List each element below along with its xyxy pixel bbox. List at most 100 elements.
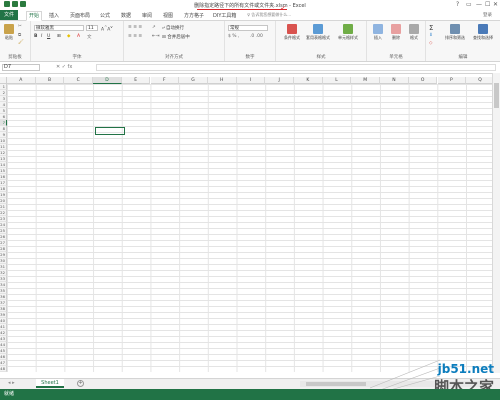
paste-button[interactable]: 粘贴 <box>2 24 16 41</box>
sort-filter-button[interactable]: 排序和筛选 <box>442 24 468 41</box>
underline-button[interactable]: U <box>47 34 50 40</box>
insert-cells-label: 插入 <box>374 35 382 40</box>
cell-styles-button[interactable]: 单元格样式 <box>332 24 364 41</box>
conditional-format-button[interactable]: 条件格式 <box>279 24 305 41</box>
column-header[interactable]: H <box>207 77 237 84</box>
add-sheet-button[interactable]: + <box>77 380 84 387</box>
sheet-nav-arrows-icon[interactable]: ◂ ▸ <box>8 380 15 386</box>
delete-cells-button[interactable]: 删除 <box>388 24 404 41</box>
vertical-scroll-thumb[interactable] <box>494 83 499 108</box>
cut-icon[interactable]: ✂ <box>18 24 22 30</box>
column-header[interactable]: N <box>380 77 409 84</box>
watermark-lines <box>370 359 440 390</box>
watermark-site: jb51.net <box>437 362 494 376</box>
currency-icon[interactable]: $ % , <box>228 34 239 40</box>
font-color-icon[interactable]: A <box>77 34 80 40</box>
column-header[interactable]: B <box>35 77 65 84</box>
column-header[interactable]: P <box>437 77 467 84</box>
tab-insert[interactable]: 插入 <box>49 12 59 20</box>
font-size-select[interactable]: 11 <box>86 25 98 31</box>
horizontal-scroll-thumb[interactable] <box>306 382 366 386</box>
maximize-button[interactable]: ☐ <box>485 1 490 8</box>
format-as-table-button[interactable]: 套用表格格式 <box>306 24 330 41</box>
tab-fangfanggezi[interactable]: 方方格子 <box>184 12 204 20</box>
tab-data[interactable]: 数据 <box>121 12 131 20</box>
column-header[interactable]: Q <box>466 77 493 84</box>
select-all-corner[interactable] <box>0 77 7 84</box>
find-select-button[interactable]: 查找和选择 <box>470 24 496 41</box>
clear-icon[interactable]: ◇ <box>429 41 432 47</box>
column-header[interactable]: O <box>408 77 438 84</box>
tab-view[interactable]: 视图 <box>163 12 173 20</box>
column-header[interactable]: F <box>150 77 180 84</box>
row-header[interactable]: 48 <box>0 366 7 372</box>
column-header[interactable]: K <box>294 77 323 84</box>
cell-area[interactable] <box>7 84 493 372</box>
merge-center-button[interactable]: ⊟ 合并后居中 <box>162 34 190 40</box>
wrap-text-label: 自动换行 <box>165 26 184 31</box>
border-icon[interactable]: ⊞ <box>57 34 61 40</box>
column-header[interactable]: D <box>93 77 122 84</box>
decimal-icon[interactable]: .0 .00 <box>250 34 263 40</box>
column-header[interactable]: E <box>121 77 151 84</box>
italic-button[interactable]: I <box>41 34 42 40</box>
insert-cells-button[interactable]: 插入 <box>370 24 386 41</box>
title-bar: 删除指定路径下的所有文件或文件夹.xlsm - Excel ↙ ? ▭ — ☐ … <box>0 0 500 12</box>
wrap-text-button[interactable]: ⤶ 自动换行 <box>162 25 184 31</box>
format-painter-icon[interactable]: 🖌 <box>18 40 24 46</box>
column-header[interactable]: L <box>322 77 352 84</box>
tab-home[interactable]: 开始 <box>26 11 43 21</box>
sheet-tab[interactable]: Sheet1 <box>36 379 64 388</box>
group-alignment-label: 对齐方式 <box>165 55 183 60</box>
bold-button[interactable]: B <box>34 34 37 40</box>
ribbon-home: 粘贴 ✂ ⧉ 🖌 剪贴板 微软雅黑 11 A^Av B I U ⊞ ◆ A 文 … <box>0 21 500 62</box>
align-left-icon[interactable]: ≡ ≡ ≡ <box>128 34 142 40</box>
tab-page-layout[interactable]: 页面布局 <box>70 12 90 20</box>
fill-color-icon[interactable]: ◆ <box>67 34 70 40</box>
help-icon[interactable]: ? <box>456 1 459 8</box>
format-cells-label: 格式 <box>410 35 418 40</box>
merge-center-icon: ⊟ <box>162 35 166 40</box>
active-cell-d7[interactable] <box>95 127 125 135</box>
phonetic-icon[interactable]: 文 <box>87 34 92 40</box>
group-number-label: 数字 <box>245 55 255 60</box>
tell-me-search[interactable]: ♀ 告诉我您想要做什么... <box>247 12 297 18</box>
column-header[interactable]: C <box>64 77 94 84</box>
name-box[interactable]: D7 <box>2 64 40 71</box>
number-format-select[interactable]: 常规 <box>228 25 268 31</box>
format-as-table-icon <box>313 24 323 34</box>
tab-diy-toolbox[interactable]: DIY工具箱 <box>213 12 236 20</box>
login-link[interactable]: 登录 <box>483 12 492 18</box>
column-header[interactable]: G <box>179 77 208 84</box>
column-header[interactable]: A <box>7 77 36 84</box>
tab-review[interactable]: 审阅 <box>142 12 152 20</box>
indent-icon[interactable]: ⇤⇥ <box>152 34 160 40</box>
orientation-icon[interactable]: ↗ <box>152 25 156 31</box>
vertical-scrollbar[interactable] <box>492 73 500 373</box>
tab-formulas[interactable]: 公式 <box>100 12 110 20</box>
autosum-icon[interactable]: Σ <box>429 24 433 32</box>
column-header[interactable]: I <box>236 77 266 84</box>
tell-me-text: 告诉我您想要做什么... <box>251 12 292 17</box>
column-header[interactable]: J <box>265 77 294 84</box>
cell-styles-label: 单元格样式 <box>338 35 358 40</box>
copy-icon[interactable]: ⧉ <box>18 32 21 38</box>
insert-cells-icon <box>373 24 383 34</box>
ribbon-display-icon[interactable]: ▭ <box>466 1 472 8</box>
fill-icon[interactable]: ⬇ <box>429 33 433 39</box>
formula-input[interactable] <box>96 64 496 71</box>
close-button[interactable]: ✕ <box>493 1 498 8</box>
font-name-select[interactable]: 微软雅黑 <box>34 25 84 31</box>
format-cells-button[interactable]: 格式 <box>406 24 422 41</box>
align-top-icon[interactable]: ≡ ≡ ≡ <box>128 25 142 31</box>
column-header[interactable]: M <box>351 77 381 84</box>
delete-cells-icon <box>391 24 401 34</box>
tab-file[interactable]: 文件 <box>0 10 18 20</box>
group-cells: 插入 删除 格式 单元格 <box>367 21 426 61</box>
formula-icons[interactable]: ✕ ✓ fx <box>56 64 72 70</box>
font-grow-icon[interactable]: A^Av <box>101 25 113 33</box>
find-select-icon <box>478 24 488 34</box>
format-cells-icon <box>409 24 419 34</box>
group-cells-label: 单元格 <box>389 55 403 60</box>
minimize-button[interactable]: — <box>476 1 482 8</box>
